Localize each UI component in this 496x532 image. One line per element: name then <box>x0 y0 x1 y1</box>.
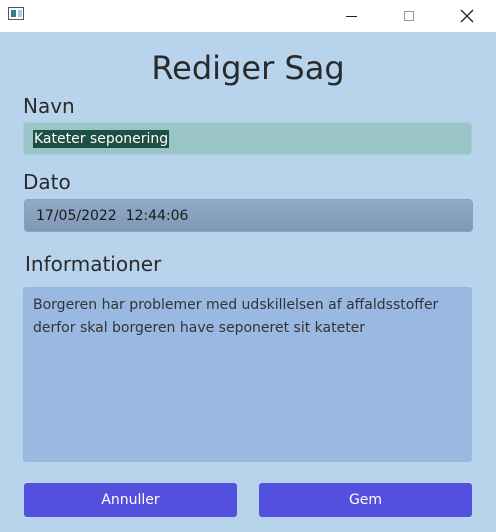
info-label: Informationer <box>25 252 162 276</box>
title-bar <box>0 0 496 32</box>
minimize-icon <box>345 15 357 17</box>
maximize-button[interactable] <box>386 0 432 32</box>
name-field[interactable]: Kateter seponering <box>23 122 472 155</box>
maximize-icon <box>404 11 414 21</box>
date-label: Dato <box>23 170 71 194</box>
save-button[interactable]: Gem <box>259 483 472 517</box>
cancel-button[interactable]: Annuller <box>24 483 237 517</box>
name-value: Kateter seponering <box>33 129 170 148</box>
name-label: Navn <box>23 94 75 118</box>
minimize-button[interactable] <box>328 0 374 32</box>
close-button[interactable] <box>444 0 490 32</box>
app-window-icon <box>8 7 24 20</box>
page-title: Rediger Sag <box>151 49 345 87</box>
date-value: 17/05/2022 12:44:06 <box>36 207 189 224</box>
info-value: Borgeren har problemer med udskillelsen … <box>33 297 439 336</box>
close-icon <box>460 9 474 23</box>
date-field[interactable]: 17/05/2022 12:44:06 <box>24 199 473 232</box>
info-textarea[interactable]: Borgeren har problemer med udskillelsen … <box>23 287 472 462</box>
